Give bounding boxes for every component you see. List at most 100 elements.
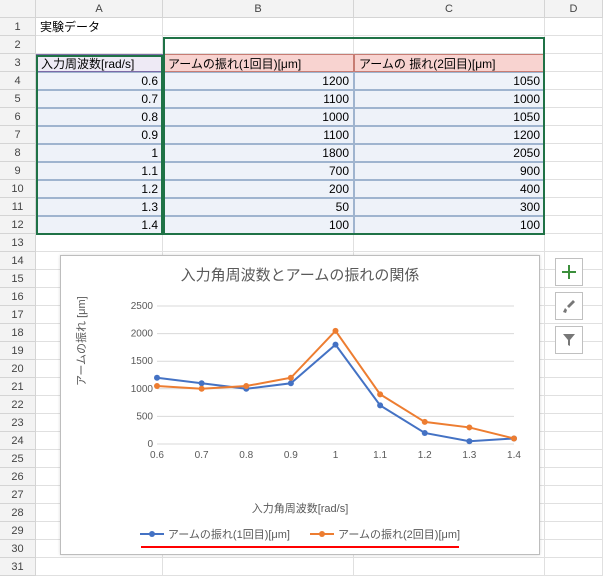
row-header-22[interactable]: 22 [0,396,36,414]
cell-A6[interactable]: 0.8 [36,108,163,126]
row-header-20[interactable]: 20 [0,360,36,378]
row-header-16[interactable]: 16 [0,288,36,306]
cell-B9[interactable]: 700 [163,162,354,180]
row-header-18[interactable]: 18 [0,324,36,342]
cell-D31[interactable] [545,558,603,576]
cell-A1[interactable]: 実験データ [36,18,163,36]
row-header-30[interactable]: 30 [0,540,36,558]
cell-C7[interactable]: 1200 [354,126,545,144]
cell-D13[interactable] [545,234,603,252]
cell-D12[interactable] [545,216,603,234]
cell-A5[interactable]: 0.7 [36,90,163,108]
cell-C31[interactable] [354,558,545,576]
row-header-24[interactable]: 24 [0,432,36,450]
row-header-12[interactable]: 12 [0,216,36,234]
cell-D8[interactable] [545,144,603,162]
row-header-19[interactable]: 19 [0,342,36,360]
cell-A11[interactable]: 1.3 [36,198,163,216]
cell-D3[interactable] [545,54,603,72]
cell-D29[interactable] [545,522,603,540]
row-header-14[interactable]: 14 [0,252,36,270]
cell-A7[interactable]: 0.9 [36,126,163,144]
cell-D25[interactable] [545,450,603,468]
cell-C10[interactable]: 400 [354,180,545,198]
row-header-13[interactable]: 13 [0,234,36,252]
cell-C4[interactable]: 1050 [354,72,545,90]
cell-D2[interactable] [545,36,603,54]
cell-B13[interactable] [163,234,354,252]
cell-B2[interactable] [163,36,354,54]
cell-A4[interactable]: 0.6 [36,72,163,90]
cell-D11[interactable] [545,198,603,216]
cell-B1[interactable] [163,18,354,36]
chart-filters-button[interactable] [555,326,583,354]
cell-B8[interactable]: 1800 [163,144,354,162]
cell-C9[interactable]: 900 [354,162,545,180]
row-header-27[interactable]: 27 [0,486,36,504]
row-header-8[interactable]: 8 [0,144,36,162]
row-header-5[interactable]: 5 [0,90,36,108]
cell-D1[interactable] [545,18,603,36]
cell-B7[interactable]: 1100 [163,126,354,144]
cell-C13[interactable] [354,234,545,252]
cell-B12[interactable]: 100 [163,216,354,234]
cell-C5[interactable]: 1000 [354,90,545,108]
cell-A10[interactable]: 1.2 [36,180,163,198]
row-header-25[interactable]: 25 [0,450,36,468]
cell-D28[interactable] [545,504,603,522]
cell-B10[interactable]: 200 [163,180,354,198]
cell-A2[interactable] [36,36,163,54]
col-header-D[interactable]: D [545,0,603,18]
cell-A9[interactable]: 1.1 [36,162,163,180]
cell-D20[interactable] [545,360,603,378]
row-header-4[interactable]: 4 [0,72,36,90]
row-header-17[interactable]: 17 [0,306,36,324]
cell-D23[interactable] [545,414,603,432]
cell-D21[interactable] [545,378,603,396]
cell-D9[interactable] [545,162,603,180]
cell-D6[interactable] [545,108,603,126]
row-header-29[interactable]: 29 [0,522,36,540]
row-header-15[interactable]: 15 [0,270,36,288]
corner-cell[interactable] [0,0,36,18]
cell-A13[interactable] [36,234,163,252]
cell-B6[interactable]: 1000 [163,108,354,126]
cell-C3[interactable]: アームの 振れ(2回目)[μm] [354,54,545,72]
col-header-C[interactable]: C [354,0,545,18]
row-header-1[interactable]: 1 [0,18,36,36]
cell-C6[interactable]: 1050 [354,108,545,126]
row-header-7[interactable]: 7 [0,126,36,144]
cell-B3[interactable]: アームの振れ(1回目)[μm] [163,54,354,72]
cell-B11[interactable]: 50 [163,198,354,216]
row-header-3[interactable]: 3 [0,54,36,72]
row-header-21[interactable]: 21 [0,378,36,396]
cell-C12[interactable]: 100 [354,216,545,234]
cell-D27[interactable] [545,486,603,504]
cell-D5[interactable] [545,90,603,108]
col-header-B[interactable]: B [163,0,354,18]
cell-A12[interactable]: 1.4 [36,216,163,234]
cell-D26[interactable] [545,468,603,486]
col-header-A[interactable]: A [36,0,163,18]
cell-C1[interactable] [354,18,545,36]
row-header-2[interactable]: 2 [0,36,36,54]
cell-B4[interactable]: 1200 [163,72,354,90]
cell-A3[interactable]: 入力周波数[rad/s] [36,54,163,72]
cell-C8[interactable]: 2050 [354,144,545,162]
embedded-chart[interactable]: 入力角周波数とアームの振れの関係 アームの振れ [μm] 05001000150… [60,255,540,555]
cell-D4[interactable] [545,72,603,90]
cell-D7[interactable] [545,126,603,144]
row-header-10[interactable]: 10 [0,180,36,198]
cell-B31[interactable] [163,558,354,576]
chart-styles-button[interactable] [555,292,583,320]
cell-D10[interactable] [545,180,603,198]
cell-C2[interactable] [354,36,545,54]
row-header-11[interactable]: 11 [0,198,36,216]
row-header-6[interactable]: 6 [0,108,36,126]
row-header-9[interactable]: 9 [0,162,36,180]
cell-D30[interactable] [545,540,603,558]
row-header-31[interactable]: 31 [0,558,36,576]
row-header-28[interactable]: 28 [0,504,36,522]
cell-D22[interactable] [545,396,603,414]
cell-A8[interactable]: 1 [36,144,163,162]
